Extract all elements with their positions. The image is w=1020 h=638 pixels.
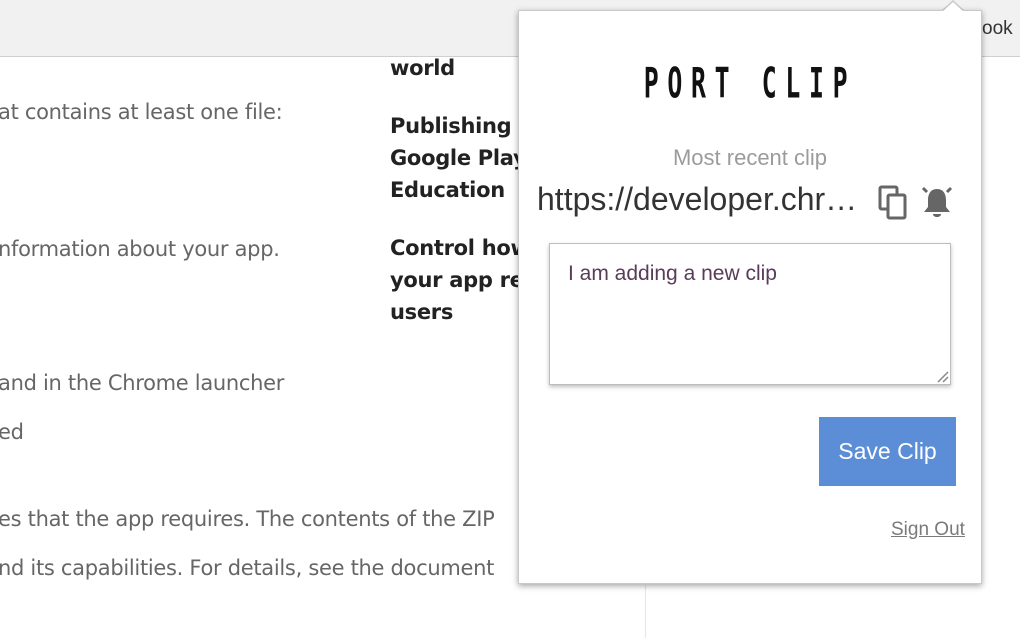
side-nav-link[interactable]: world	[390, 52, 455, 84]
copy-clip-button[interactable]	[875, 183, 911, 223]
side-nav-text: Google Play	[390, 146, 527, 170]
side-nav-text: your app re	[390, 268, 524, 292]
side-nav-link[interactable]: Publishing c Google Play Education	[390, 110, 531, 206]
side-nav-text: world	[390, 56, 455, 80]
most-recent-clip-url: https://developer.chrome.com/apps/first_…	[537, 181, 867, 217]
clip-textarea[interactable]: I am adding a new clip	[549, 243, 951, 385]
article-line: nformation about your app.	[0, 237, 280, 261]
copy-icon	[878, 185, 907, 220]
side-nav-link[interactable]: Control how your app re users	[390, 232, 530, 328]
side-nav-text: Control how	[390, 236, 530, 260]
port-clip-logo: PORT CLIP	[643, 59, 857, 109]
side-nav-text: users	[390, 300, 454, 324]
sign-out-link[interactable]: Sign Out	[891, 519, 965, 541]
side-nav-text: Publishing c	[390, 114, 531, 138]
article-line: ed	[0, 420, 24, 444]
side-nav-text: Education	[390, 178, 505, 202]
bell-icon	[921, 186, 953, 217]
browser-page: ook at contains at least one file: nform…	[0, 0, 1020, 638]
save-clip-button[interactable]: Save Clip	[819, 417, 956, 486]
bookmark-partial-label[interactable]: ook	[982, 18, 1013, 40]
article-line: nd its capabilities. For details, see th…	[0, 556, 495, 580]
article-line: at contains at least one file:	[0, 100, 283, 124]
popup-notch-fill	[942, 2, 964, 12]
port-clip-popup: PORT CLIP Most recent clip https://devel…	[518, 10, 982, 584]
article-line: es that the app requires. The contents o…	[0, 507, 495, 531]
notify-button[interactable]	[919, 183, 955, 223]
content-divider	[645, 585, 646, 638]
resize-grip-icon[interactable]	[935, 369, 949, 383]
most-recent-clip-label: Most recent clip	[672, 145, 828, 170]
article-line: and in the Chrome launcher	[0, 371, 285, 395]
